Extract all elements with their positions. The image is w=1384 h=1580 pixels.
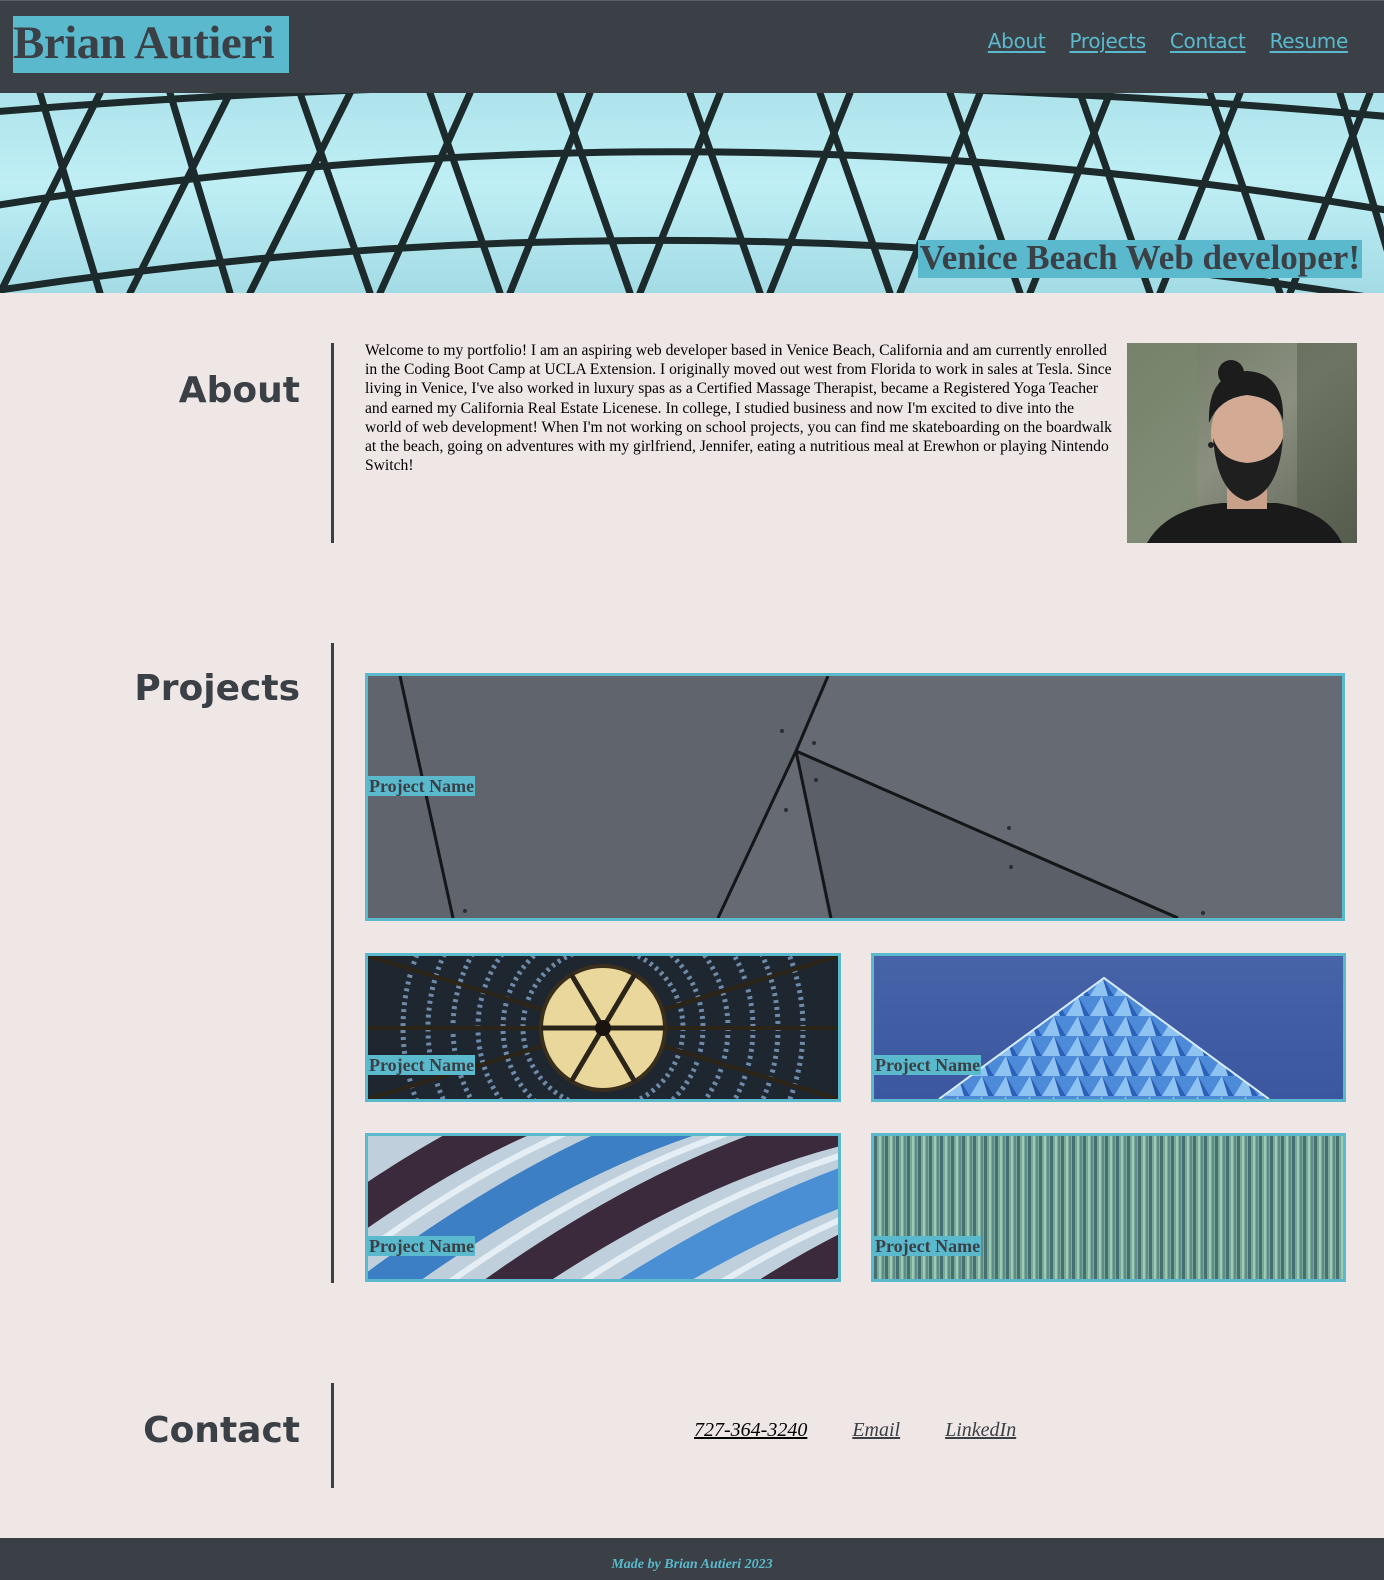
projects-heading: Projects xyxy=(134,668,300,709)
project-image-3 xyxy=(874,956,1343,1099)
contact-divider xyxy=(331,1383,334,1488)
email-link[interactable]: Email xyxy=(852,1419,900,1442)
linkedin-link[interactable]: LinkedIn xyxy=(945,1419,1016,1442)
main-nav: About Projects Contact Resume xyxy=(988,29,1349,53)
project-name-label: Project Name xyxy=(368,1236,476,1256)
phone-link[interactable]: 727-364-3240 xyxy=(694,1419,807,1442)
profile-photo xyxy=(1127,343,1357,543)
contact-heading: Contact xyxy=(143,1410,300,1451)
about-text: Welcome to my portfolio! I am an aspirin… xyxy=(365,342,1112,475)
project-image-featured xyxy=(368,676,1342,918)
project-card-3[interactable]: Project Name xyxy=(871,953,1346,1102)
project-name-label: Project Name xyxy=(874,1055,982,1075)
site-title: Brian Autieri xyxy=(13,16,289,73)
nav-link-projects[interactable]: Projects xyxy=(1069,29,1146,53)
project-name-label: Project Name xyxy=(874,1236,982,1256)
about-divider xyxy=(331,343,334,543)
nav-link-resume[interactable]: Resume xyxy=(1270,29,1349,53)
site-header: Brian Autieri About Projects Contact Res… xyxy=(0,0,1384,93)
hero-tagline: Venice Beach Web developer! xyxy=(917,238,1362,278)
project-image-4 xyxy=(368,1136,838,1279)
project-image-2 xyxy=(368,956,838,1099)
contact-links: 727-364-3240 Email LinkedIn xyxy=(694,1419,1016,1442)
footer-credit: Made by Brian Autieri 2023 xyxy=(611,1557,773,1572)
project-image-5 xyxy=(874,1136,1343,1279)
site-footer: Made by Brian Autieri 2023 xyxy=(0,1538,1384,1580)
project-card-5[interactable]: Project Name xyxy=(871,1133,1346,1282)
nav-link-about[interactable]: About xyxy=(988,29,1046,53)
project-card-2[interactable]: Project Name xyxy=(365,953,841,1102)
projects-divider xyxy=(331,643,334,1283)
project-card-4[interactable]: Project Name xyxy=(365,1133,841,1282)
hero-banner: Venice Beach Web developer! xyxy=(0,93,1384,293)
project-name-label: Project Name xyxy=(368,776,476,796)
nav-link-contact[interactable]: Contact xyxy=(1170,29,1246,53)
project-name-label: Project Name xyxy=(368,1055,476,1075)
project-card-featured[interactable]: Project Name xyxy=(365,673,1345,921)
about-heading: About xyxy=(178,370,300,411)
